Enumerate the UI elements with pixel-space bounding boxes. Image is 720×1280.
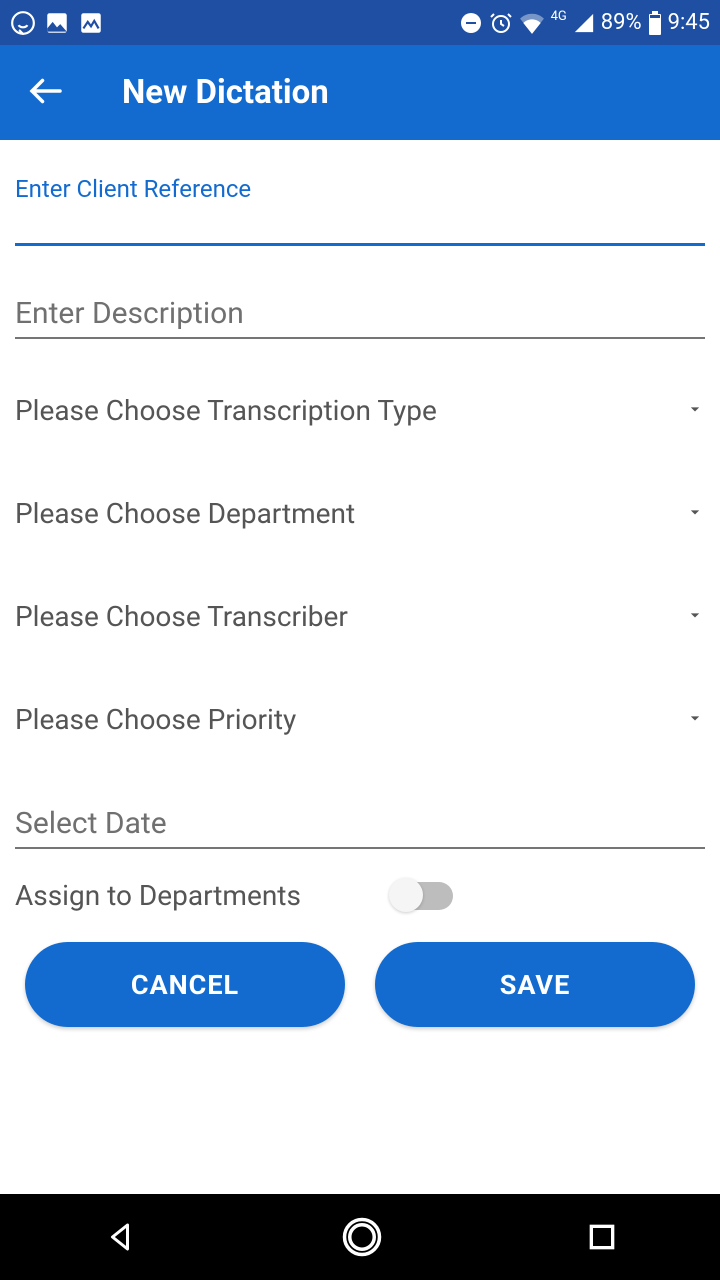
back-arrow-icon[interactable] [25,70,67,116]
nav-recent-icon[interactable] [586,1221,618,1253]
department-dropdown[interactable]: Please Choose Department [15,497,705,530]
toggle-knob [389,878,423,912]
chevron-down-icon [685,399,705,423]
page-title: New Dictation [122,73,329,112]
alarm-icon [489,11,513,35]
description-input[interactable]: Enter Description [15,296,705,339]
cancel-button[interactable]: CANCEL [25,942,345,1027]
status-right: 4G 89% 9:45 [459,10,710,35]
form-container: Enter Client Reference Enter Description… [0,140,720,1027]
battery-percent: 89% [601,10,642,35]
nav-back-icon[interactable] [102,1219,138,1255]
priority-label: Please Choose Priority [15,703,296,736]
picture-icon [44,10,70,36]
assign-departments-toggle[interactable] [391,882,453,910]
status-bar: 4G 89% 9:45 [0,0,720,45]
transcriber-label: Please Choose Transcriber [15,600,348,633]
client-reference-label: Enter Client Reference [15,175,705,203]
app-bar: New Dictation [0,45,720,140]
network-type: 4G [551,9,567,24]
client-reference-input[interactable] [15,243,705,246]
battery-icon [648,11,662,35]
select-date-input[interactable]: Select Date [15,806,705,849]
assign-departments-row: Assign to Departments [15,879,705,912]
priority-dropdown[interactable]: Please Choose Priority [15,703,705,736]
signal-icon [573,12,595,34]
department-label: Please Choose Department [15,497,355,530]
chevron-down-icon [685,605,705,629]
chart-icon [78,10,104,36]
button-row: CANCEL SAVE [15,942,705,1027]
chevron-down-icon [685,708,705,732]
chevron-down-icon [685,502,705,526]
do-not-disturb-icon [459,11,483,35]
navigation-bar [0,1194,720,1280]
nav-home-icon[interactable] [341,1216,383,1258]
wifi-icon [519,12,545,34]
save-button[interactable]: SAVE [375,942,695,1027]
clock-time: 9:45 [668,10,710,35]
assign-departments-label: Assign to Departments [15,879,301,912]
transcription-type-label: Please Choose Transcription Type [15,394,437,427]
transcriber-dropdown[interactable]: Please Choose Transcriber [15,600,705,633]
transcription-type-dropdown[interactable]: Please Choose Transcription Type [15,394,705,427]
whatsapp-icon [10,10,36,36]
status-left [10,10,104,36]
